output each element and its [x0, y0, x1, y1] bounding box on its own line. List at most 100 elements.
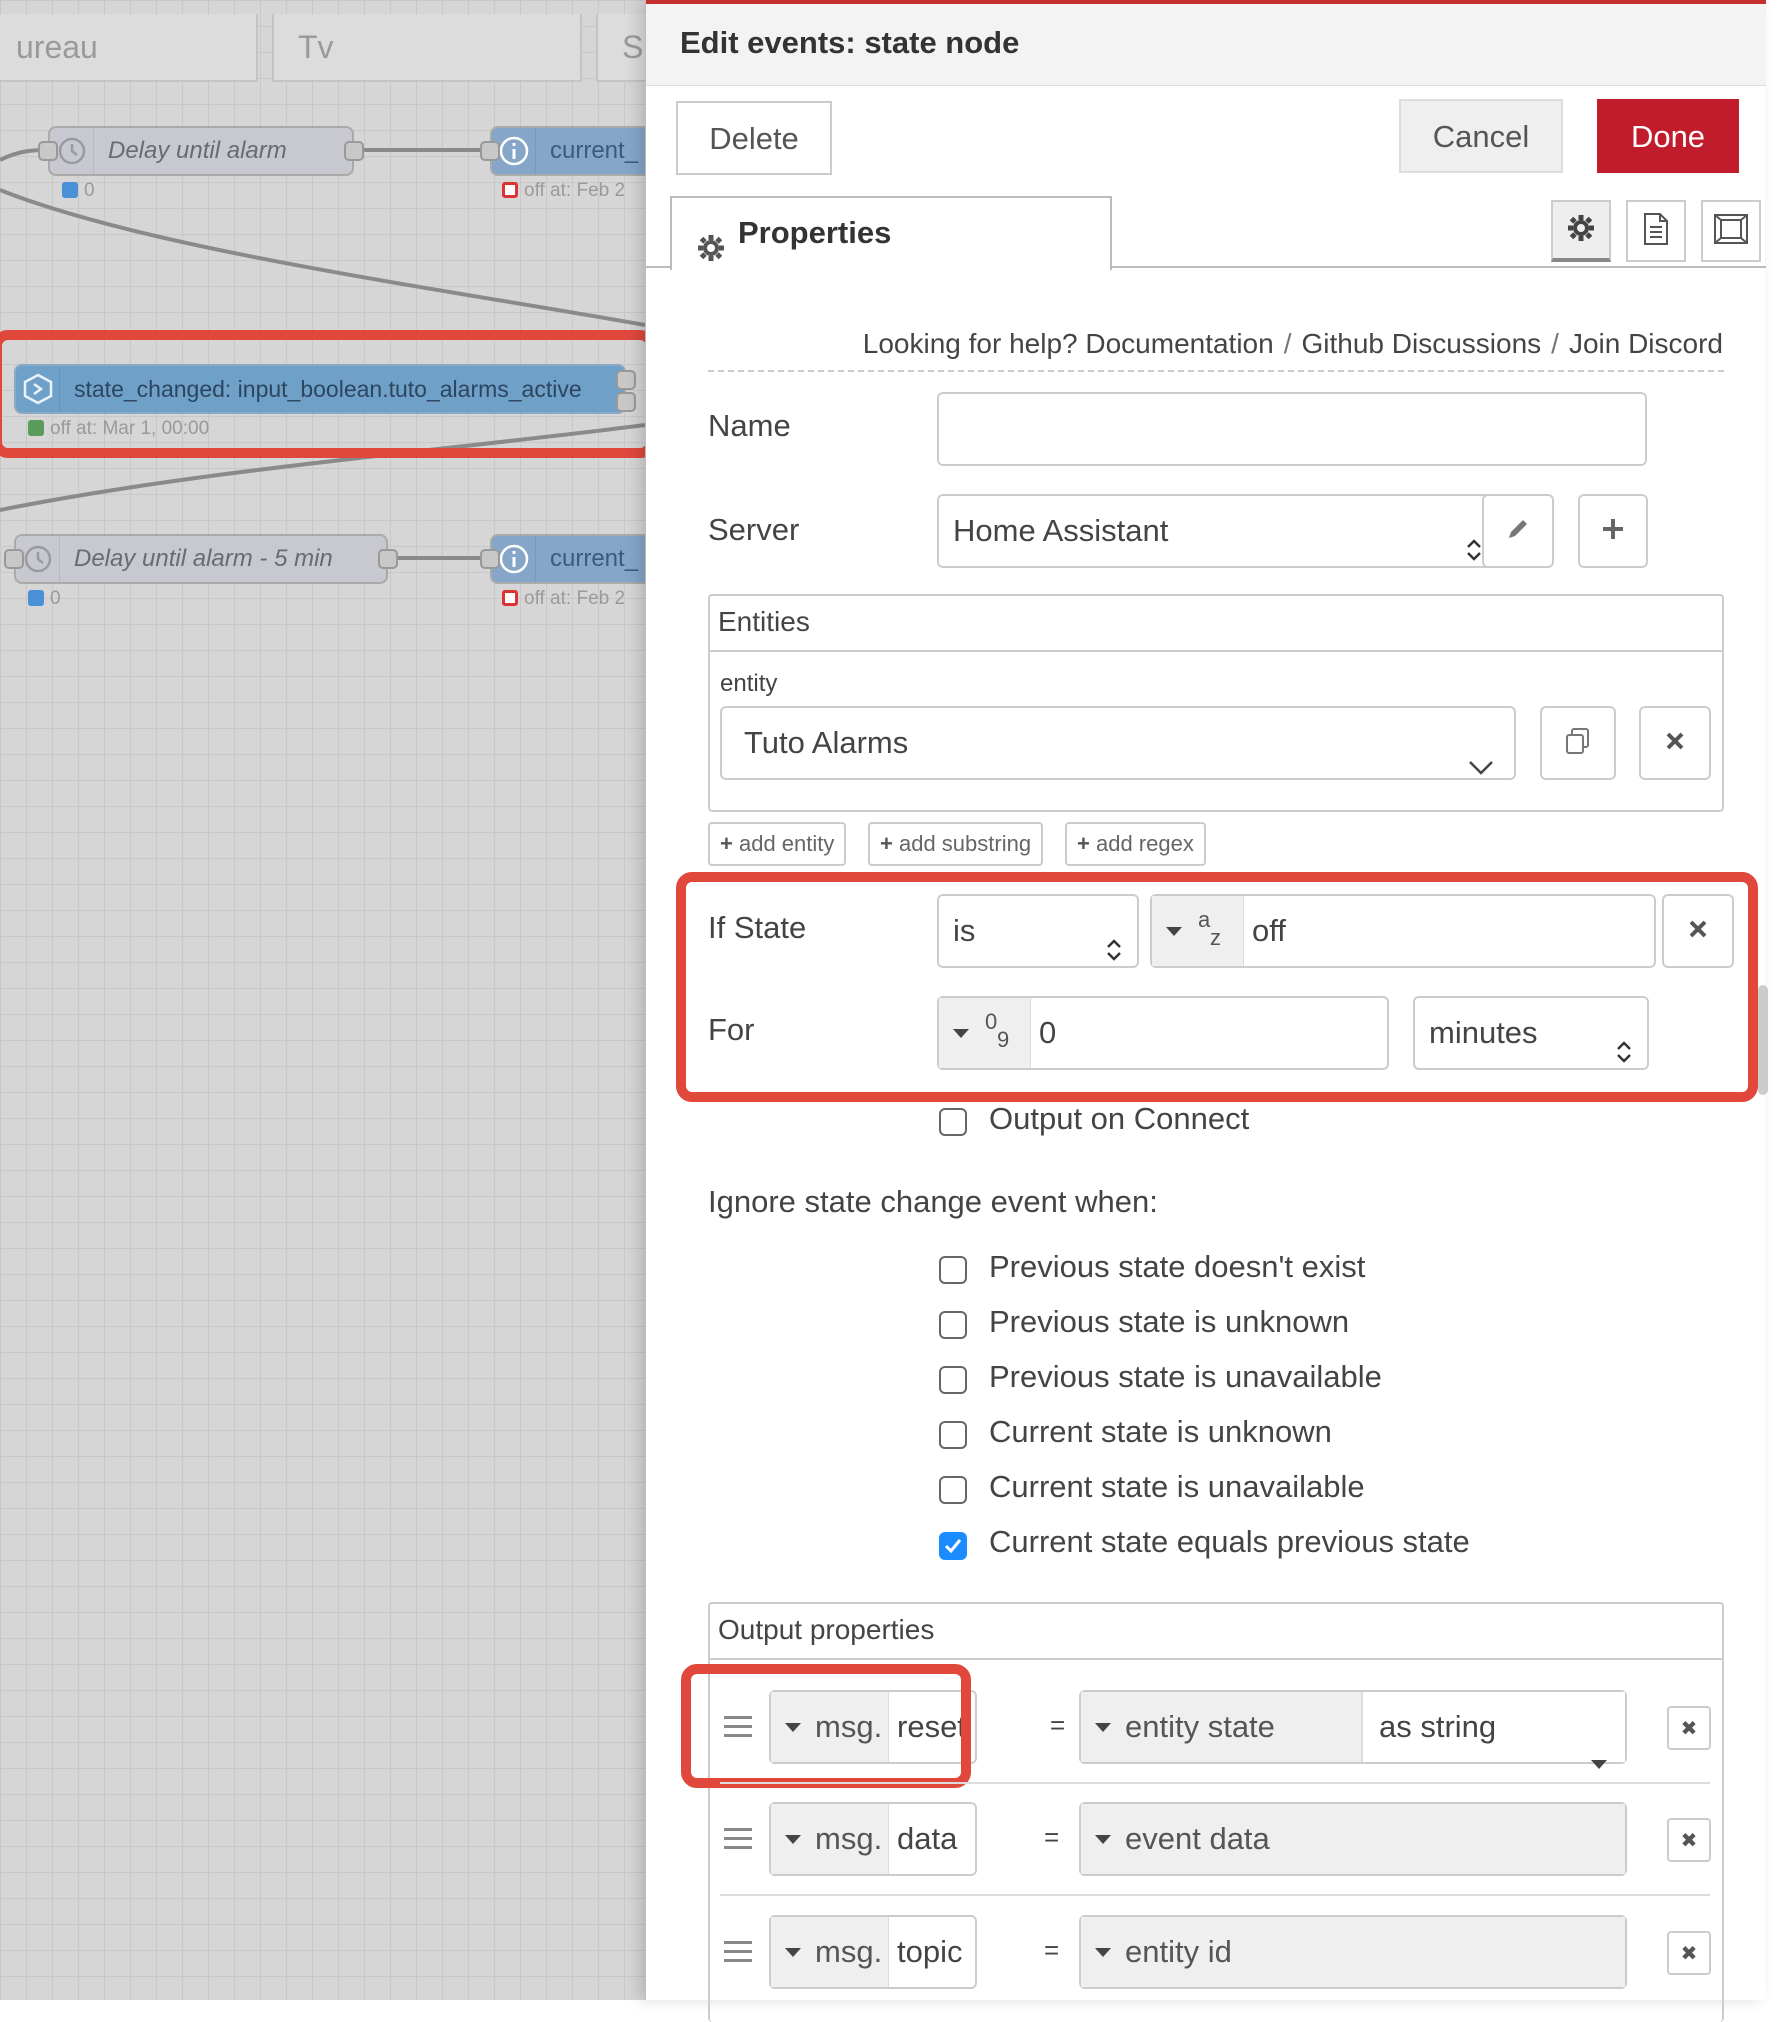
- remove-output-row-button[interactable]: ✖: [1667, 1818, 1711, 1862]
- entity-select-value: Tuto Alarms: [744, 725, 909, 760]
- ignore-option-label: Current state equals previous state: [989, 1524, 1470, 1559]
- close-icon: ✖: [1680, 1829, 1698, 1852]
- entity-label: entity: [720, 670, 778, 697]
- caret-down-icon: [785, 1834, 801, 1844]
- copy-entity-button[interactable]: [1540, 706, 1616, 780]
- output-value-field[interactable]: entity state as string: [1079, 1690, 1627, 1769]
- node-output-port[interactable]: [344, 141, 364, 161]
- frame-icon: [1713, 213, 1749, 250]
- name-label: Name: [708, 408, 791, 443]
- remove-output-row-button[interactable]: ✖: [1667, 1706, 1711, 1750]
- gear-icon: [1566, 213, 1596, 248]
- add-entity-label: add entity: [738, 831, 835, 856]
- value-format-value: as string: [1379, 1709, 1497, 1744]
- flow-canvas[interactable]: ureau Tv S Delay until alarm 0 current_ …: [0, 0, 645, 2000]
- highlight-callout: [681, 1664, 971, 1788]
- updown-icon: [1465, 518, 1483, 588]
- highlight-callout: [0, 330, 645, 458]
- link-documentation[interactable]: Documentation: [1085, 328, 1273, 359]
- remove-entity-button[interactable]: [1639, 706, 1711, 780]
- panel-scrollbar[interactable]: [1758, 985, 1768, 1095]
- ignore-curr-unknown-checkbox[interactable]: [939, 1421, 967, 1449]
- node-label: Delay until alarm: [108, 137, 287, 164]
- plus-icon: +: [720, 831, 733, 856]
- add-entity-button[interactable]: + add entity: [708, 822, 847, 866]
- add-substring-button[interactable]: + add substring: [868, 822, 1044, 866]
- help-links: Looking for help? Documentation / Github D…: [862, 328, 1723, 359]
- edit-panel: Edit events: state node Delete Cancel Do…: [645, 0, 1766, 2022]
- server-select-value: Home Assistant: [953, 513, 1169, 548]
- output-property-field[interactable]: msg. topic: [769, 1915, 977, 1989]
- output-on-connect-checkbox[interactable]: [939, 1108, 967, 1136]
- ignore-prev-unavailable-checkbox[interactable]: [939, 1366, 967, 1394]
- link-github-discussions[interactable]: Github Discussions: [1302, 328, 1542, 359]
- name-input[interactable]: [937, 392, 1647, 466]
- add-server-button[interactable]: [1578, 494, 1648, 568]
- node-input-port[interactable]: [4, 549, 24, 569]
- node-status: 0: [62, 180, 95, 202]
- edit-server-button[interactable]: [1482, 494, 1554, 568]
- node-output-port[interactable]: [378, 549, 398, 569]
- tab-properties[interactable]: Properties: [670, 196, 1112, 270]
- caret-down-icon: [1095, 1834, 1111, 1844]
- node-label: current_: [550, 137, 639, 164]
- close-icon: ✖: [1680, 1717, 1698, 1740]
- highlight-callout: [676, 872, 1758, 1102]
- ignore-option-label: Previous state doesn't exist: [989, 1249, 1366, 1284]
- node-status: off at: Feb 2: [502, 180, 625, 202]
- value-type-selector[interactable]: entity id: [1081, 1917, 1625, 1987]
- help-prefix: Looking for help?: [862, 328, 1078, 359]
- value-type-selector[interactable]: event data: [1081, 1804, 1625, 1874]
- server-select[interactable]: Home Assistant: [937, 494, 1499, 568]
- node-label: Delay until alarm - 5 min: [74, 545, 333, 572]
- node-input-port[interactable]: [38, 141, 58, 161]
- output-value-field[interactable]: entity id: [1079, 1915, 1627, 1989]
- close-icon: ✖: [1680, 1942, 1698, 1965]
- output-property-name: topic: [897, 1934, 963, 1969]
- current-state-node[interactable]: current_: [490, 534, 645, 584]
- entities-header: [710, 596, 1722, 652]
- entity-select[interactable]: Tuto Alarms: [720, 706, 1516, 780]
- plus-icon: [1600, 516, 1626, 547]
- tab-settings[interactable]: [1551, 200, 1611, 262]
- remove-output-row-button[interactable]: ✖: [1667, 1931, 1711, 1975]
- equals-sign: =: [1050, 1710, 1066, 1740]
- ignore-curr-unavailable-checkbox[interactable]: [939, 1476, 967, 1504]
- cancel-button[interactable]: Cancel: [1399, 99, 1563, 173]
- output-property-field[interactable]: msg. data: [769, 1802, 977, 1876]
- tab-properties-label: Properties: [738, 215, 892, 250]
- plus-icon: +: [880, 831, 893, 856]
- ignore-curr-equals-prev-checkbox[interactable]: [939, 1532, 967, 1560]
- output-on-connect-label: Output on Connect: [989, 1101, 1250, 1136]
- caret-down-icon: [1095, 1947, 1111, 1957]
- drag-handle-icon[interactable]: [724, 1828, 752, 1855]
- done-button[interactable]: Done: [1597, 99, 1739, 173]
- ignore-prev-unknown-checkbox[interactable]: [939, 1311, 967, 1339]
- chevron-down-icon: [1468, 732, 1494, 802]
- msg-type-selector[interactable]: msg.: [771, 1917, 889, 1987]
- checkmark-icon: [944, 1539, 962, 1554]
- delay-node[interactable]: Delay until alarm - 5 min: [14, 534, 388, 584]
- output-properties-title: Output properties: [718, 1614, 935, 1645]
- close-icon: [1665, 731, 1685, 756]
- output-property-name: data: [897, 1821, 958, 1856]
- output-value-field[interactable]: event data: [1079, 1802, 1627, 1876]
- link-join-discord[interactable]: Join Discord: [1569, 328, 1723, 359]
- help-divider: [708, 370, 1724, 372]
- drag-handle-icon[interactable]: [724, 1941, 752, 1968]
- msg-type-selector[interactable]: msg.: [771, 1804, 889, 1874]
- tab-appearance[interactable]: [1701, 200, 1761, 262]
- value-type-selector[interactable]: entity state: [1081, 1692, 1363, 1762]
- current-state-node[interactable]: current_: [490, 126, 645, 176]
- copy-icon: [1563, 726, 1593, 761]
- delay-node[interactable]: Delay until alarm: [48, 126, 354, 176]
- node-input-port[interactable]: [480, 549, 500, 569]
- node-input-port[interactable]: [480, 141, 500, 161]
- ignore-prev-not-exist-checkbox[interactable]: [939, 1256, 967, 1284]
- add-regex-button[interactable]: + add regex: [1065, 822, 1206, 866]
- value-format-select[interactable]: as string: [1363, 1692, 1625, 1769]
- document-icon: [1642, 212, 1670, 251]
- tab-description[interactable]: [1626, 200, 1686, 262]
- node-status: off at: Feb 2: [502, 588, 625, 610]
- delete-button[interactable]: Delete: [676, 101, 832, 175]
